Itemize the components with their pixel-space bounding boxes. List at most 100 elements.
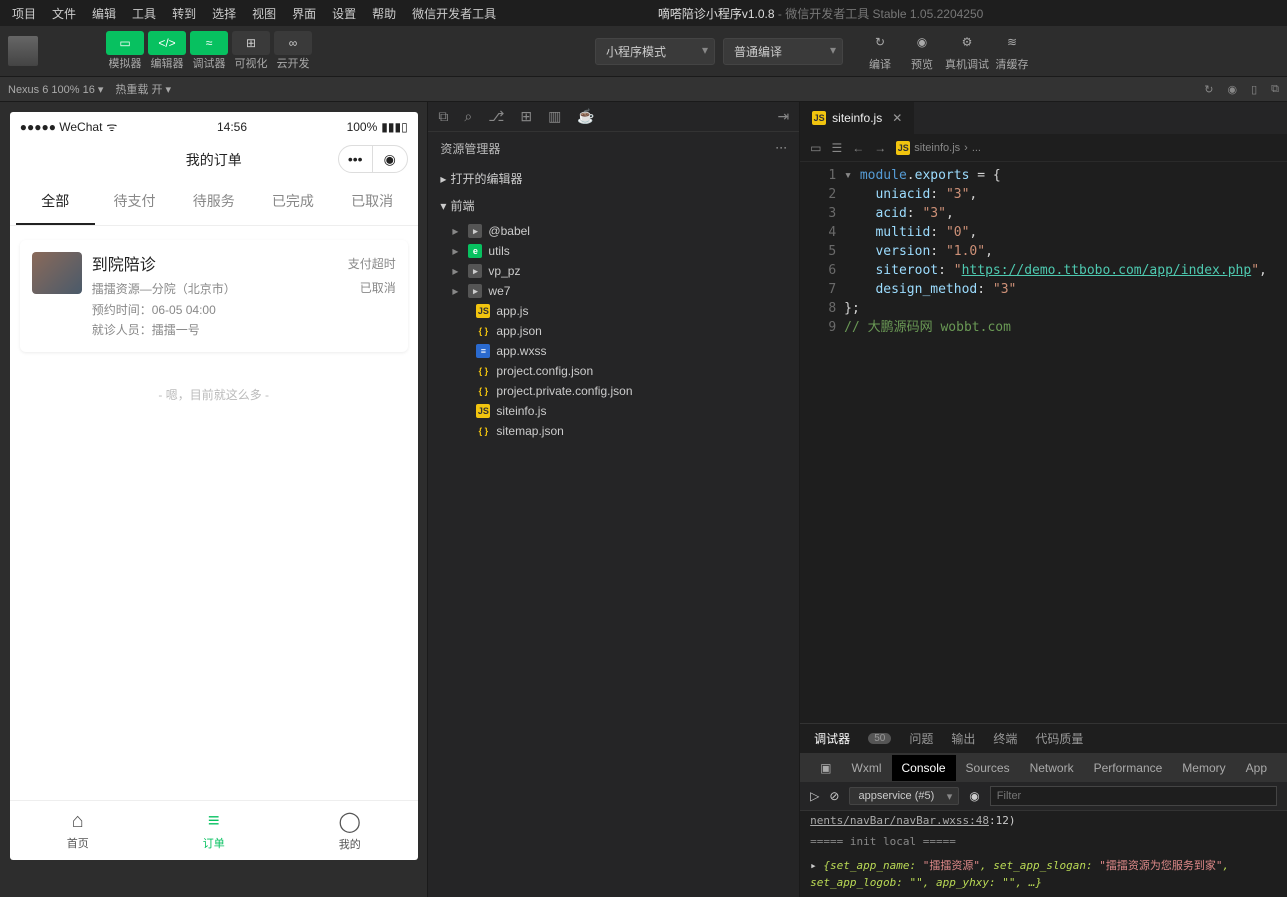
file-sitemap-json[interactable]: { }sitemap.json	[428, 421, 799, 441]
order-title: 到院陪诊	[92, 252, 338, 279]
cloud-toggle[interactable]: ∞	[274, 31, 312, 55]
tab-all[interactable]: 全部	[16, 179, 95, 225]
menu-edit[interactable]: 编辑	[84, 1, 124, 26]
menu-view[interactable]: 视图	[244, 1, 284, 26]
capsule-more[interactable]: •••	[339, 146, 373, 172]
menu-devtools[interactable]: 微信开发者工具	[404, 1, 504, 26]
clear-cache-button[interactable]: ≋	[993, 30, 1031, 54]
json-icon: { }	[476, 324, 490, 338]
tabbar-mine[interactable]: ◯我的	[282, 801, 418, 860]
menu-project[interactable]: 项目	[4, 1, 44, 26]
dbg-tab-problems[interactable]: 问题	[909, 730, 933, 747]
remote-debug-button[interactable]: ⚙	[948, 30, 986, 54]
refresh-icon[interactable]: ↻	[1204, 83, 1213, 96]
file-app-js[interactable]: JSapp.js	[428, 301, 799, 321]
breadcrumb[interactable]: JS siteinfo.js › ...	[896, 141, 981, 155]
menu-select[interactable]: 选择	[204, 1, 244, 26]
visual-toggle[interactable]: ⊞	[232, 31, 270, 55]
folder-babel[interactable]: ▸@babel	[428, 221, 799, 241]
nav-title: 我的订单	[186, 150, 242, 170]
folder-icon: ▸	[468, 284, 482, 298]
device-dropdown[interactable]: Nexus 6 100% 16 ▾	[8, 83, 103, 96]
dt-tab-memory[interactable]: Memory	[1172, 755, 1235, 781]
more-icon[interactable]: ···	[775, 140, 787, 157]
rotate-icon[interactable]: ▯	[1251, 83, 1257, 96]
simulator-topbar: Nexus 6 100% 16 ▾ 热重载 开 ▾ ↻ ◉ ▯ ⧉	[0, 76, 1287, 102]
hot-reload-dropdown[interactable]: 热重载 开 ▾	[115, 81, 171, 97]
search-icon[interactable]: ⌕	[464, 108, 472, 125]
simulator-toggle[interactable]: ▭	[106, 31, 144, 55]
context-dropdown[interactable]: appservice (#5)	[849, 787, 959, 805]
eye-icon[interactable]: ◉	[969, 789, 979, 803]
dbg-tab-quality[interactable]: 代码质量	[1035, 730, 1083, 747]
menu-settings[interactable]: 设置	[324, 1, 364, 26]
files-icon[interactable]: ⧉	[438, 108, 448, 125]
folder-vp-pz[interactable]: ▸vp_pz	[428, 261, 799, 281]
dbg-tab-terminal[interactable]: 终端	[993, 730, 1017, 747]
toggle-panel-icon[interactable]: ▭	[810, 141, 821, 155]
tab-pending-service[interactable]: 待服务	[174, 179, 253, 225]
wifi-icon: ᯤ	[106, 118, 117, 135]
compile-dropdown[interactable]: 普通编译	[723, 38, 843, 65]
app-sub: - 微信开发者工具 Stable 1.05.2204250	[775, 7, 984, 21]
file-project-config[interactable]: { }project.config.json	[428, 361, 799, 381]
dt-tab-app[interactable]: App	[1236, 755, 1277, 781]
console-link[interactable]: nents/navBar/navBar.wxss:48	[810, 814, 989, 827]
dt-tab-sources[interactable]: Sources	[956, 755, 1020, 781]
compile-button[interactable]: ↻	[861, 30, 899, 54]
root-section[interactable]: ▾ 前端	[428, 192, 799, 219]
debugger-toggle[interactable]: ≈	[190, 31, 228, 55]
console-play-icon[interactable]: ▷	[810, 789, 819, 803]
dt-tab-performance[interactable]: Performance	[1084, 755, 1173, 781]
menu-help[interactable]: 帮助	[364, 1, 404, 26]
tabbar-orders[interactable]: ≡订单	[146, 801, 282, 860]
outline-icon[interactable]: ⊞	[520, 108, 532, 125]
mode-dropdown[interactable]: 小程序模式	[595, 38, 715, 65]
folder-utils[interactable]: eutils	[428, 241, 799, 261]
phone-debug-icon: ⚙	[962, 35, 973, 49]
user-avatar[interactable]	[8, 36, 38, 66]
file-project-private-config[interactable]: { }project.private.config.json	[428, 381, 799, 401]
bookmark-icon[interactable]: ☰	[832, 141, 843, 155]
file-siteinfo-js[interactable]: JSsiteinfo.js	[428, 401, 799, 421]
tab-cancelled[interactable]: 已取消	[333, 179, 412, 225]
extensions-icon[interactable]: ▥	[548, 108, 561, 125]
tab-completed[interactable]: 已完成	[253, 179, 332, 225]
back-icon[interactable]: ←	[852, 141, 864, 155]
menu-interface[interactable]: 界面	[284, 1, 324, 26]
close-icon[interactable]: ✕	[892, 111, 902, 125]
folder-we7[interactable]: ▸we7	[428, 281, 799, 301]
menu-goto[interactable]: 转到	[164, 1, 204, 26]
capsule-close[interactable]: ◉	[373, 146, 407, 172]
inspect-icon[interactable]: ▣	[810, 755, 841, 781]
order-card[interactable]: 到院陪诊 擂擂资源—分院（北京市） 预约时间：06-05 04:00 就诊人员：…	[20, 240, 408, 352]
editor-toggle[interactable]: </>	[148, 31, 186, 55]
tabbar-mine-label: 我的	[339, 836, 361, 852]
filter-input[interactable]	[990, 786, 1277, 806]
git-icon[interactable]: ⎇	[488, 108, 504, 125]
open-editors-section[interactable]: ▸ 打开的编辑器	[428, 165, 799, 192]
record-icon[interactable]: ◉	[1227, 83, 1237, 96]
tab-pending-pay[interactable]: 待支付	[95, 179, 174, 225]
dbg-tab-debugger[interactable]: 调试器	[814, 730, 850, 747]
popout-icon[interactable]: ⧉	[1271, 83, 1279, 96]
list-end-text: - 嗯，目前就这么多 -	[10, 366, 418, 423]
preview-button[interactable]: ◉	[903, 30, 941, 54]
editor-panel: JS siteinfo.js ✕ ▭ ☰ ← → JS siteinfo.js …	[800, 102, 1287, 897]
beaker-icon[interactable]: ☕	[577, 108, 594, 125]
menu-tools[interactable]: 工具	[124, 1, 164, 26]
menu-file[interactable]: 文件	[44, 1, 84, 26]
tabbar-home[interactable]: ⌂首页	[10, 801, 146, 860]
code-editor[interactable]: 123456789 ▾ module.exports = { uniacid: …	[800, 162, 1287, 337]
collapse-icon[interactable]: ⇥	[777, 108, 789, 125]
dt-tab-wxml[interactable]: Wxml	[842, 755, 892, 781]
dbg-tab-output[interactable]: 输出	[951, 730, 975, 747]
console-clear-icon[interactable]: ⊘	[829, 789, 839, 803]
forward-icon[interactable]: →	[874, 141, 886, 155]
dt-tab-network[interactable]: Network	[1020, 755, 1084, 781]
dt-tab-console[interactable]: Console	[892, 755, 956, 781]
editor-tab-siteinfo[interactable]: JS siteinfo.js ✕	[800, 102, 914, 134]
file-app-wxss[interactable]: ≡app.wxss	[428, 341, 799, 361]
folder-icon: ▸	[468, 264, 482, 278]
file-app-json[interactable]: { }app.json	[428, 321, 799, 341]
